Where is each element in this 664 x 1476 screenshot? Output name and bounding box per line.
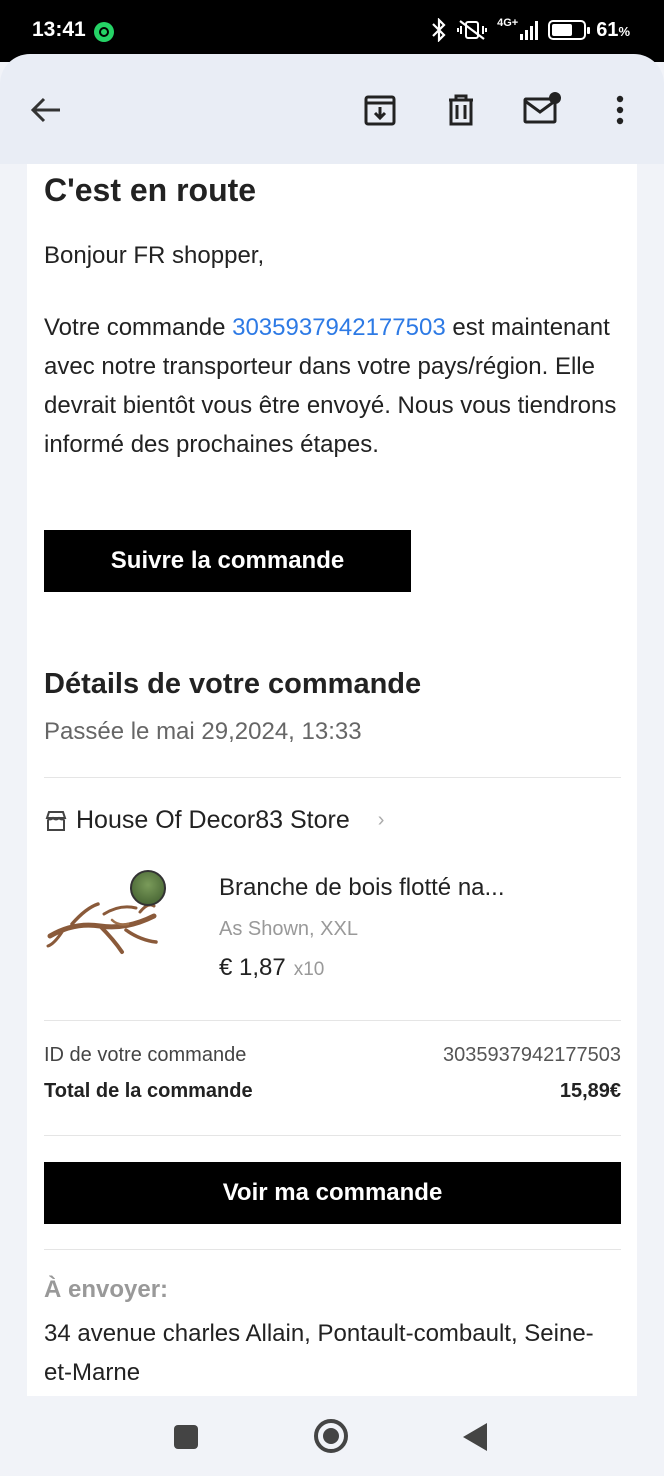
battery-value: 61: [596, 18, 619, 41]
order-id-value: 3035937942177503: [443, 1044, 621, 1066]
order-date: Passée le mai 29,2024, 13:33: [44, 718, 362, 745]
email-heading: C'est en route: [44, 172, 257, 208]
greeting: Bonjour FR shopper,: [44, 242, 265, 269]
signal-icon: [520, 20, 539, 40]
order-details-title: Détails de votre commande: [44, 668, 422, 700]
vibrate-off-icon: [457, 20, 488, 40]
recents-button[interactable]: [174, 1425, 198, 1449]
store-name: House Of Decor83 Store: [76, 806, 350, 834]
order-total-row: Total de la commande 15,89€: [44, 1080, 621, 1103]
system-nav-bar: [0, 1396, 664, 1476]
store-icon: [45, 810, 67, 831]
back-button[interactable]: [463, 1423, 487, 1451]
order-id-row: ID de votre commande 3035937942177503: [44, 1044, 621, 1067]
product-variant: As Shown, XXL: [219, 918, 358, 940]
status-indicators: 4G+ 61%: [431, 18, 630, 42]
delete-icon[interactable]: [441, 90, 481, 130]
battery-icon: [548, 20, 591, 40]
status-bar: 13:41 4G+ 61%: [0, 0, 664, 62]
seller-avatar: [130, 870, 166, 906]
shipping-message: Votre commande 3035937942177503 est main…: [44, 308, 624, 464]
back-arrow-icon[interactable]: [26, 90, 66, 130]
order-total-value: 15,89€: [559, 1080, 621, 1102]
status-time: 13:41: [32, 18, 86, 41]
order-id-label: ID de votre commande: [44, 1044, 247, 1066]
divider: [44, 1020, 621, 1021]
mark-unread-icon[interactable]: [522, 90, 562, 130]
track-order-button[interactable]: Suivre la commande: [44, 530, 411, 592]
product-name[interactable]: Branche de bois flotté na...: [219, 874, 505, 902]
whatsapp-notification-icon: [94, 22, 114, 42]
network-type: 4G+: [497, 17, 519, 29]
order-total-label: Total de la commande: [44, 1080, 253, 1102]
divider: [44, 1249, 621, 1250]
battery-level: 61%: [596, 19, 630, 42]
product-quantity: x10: [293, 959, 325, 980]
battery-unit: %: [618, 23, 630, 39]
more-vert-icon[interactable]: [600, 90, 640, 130]
home-button[interactable]: [314, 1419, 348, 1453]
product-price-row: € 1,87 x10: [219, 954, 324, 982]
view-order-button[interactable]: Voir ma commande: [44, 1162, 621, 1224]
store-link[interactable]: House Of Decor83 Store ›: [44, 806, 384, 835]
divider: [44, 1135, 621, 1136]
product-price: € 1,87: [219, 954, 286, 981]
ship-to-label: À envoyer:: [44, 1276, 169, 1303]
email-body: C'est en route Bonjour FR shopper, Votre…: [27, 164, 637, 1396]
ship-address: 34 avenue charles Allain, Pontault-comba…: [44, 1320, 594, 1386]
chevron-right-icon: ›: [377, 809, 385, 831]
divider: [44, 777, 621, 778]
order-number-link[interactable]: 3035937942177503: [232, 314, 446, 341]
gmail-toolbar: [0, 54, 664, 164]
bluetooth-icon: [432, 18, 446, 42]
archive-icon[interactable]: [360, 90, 400, 130]
message-prefix: Votre commande: [44, 314, 233, 341]
